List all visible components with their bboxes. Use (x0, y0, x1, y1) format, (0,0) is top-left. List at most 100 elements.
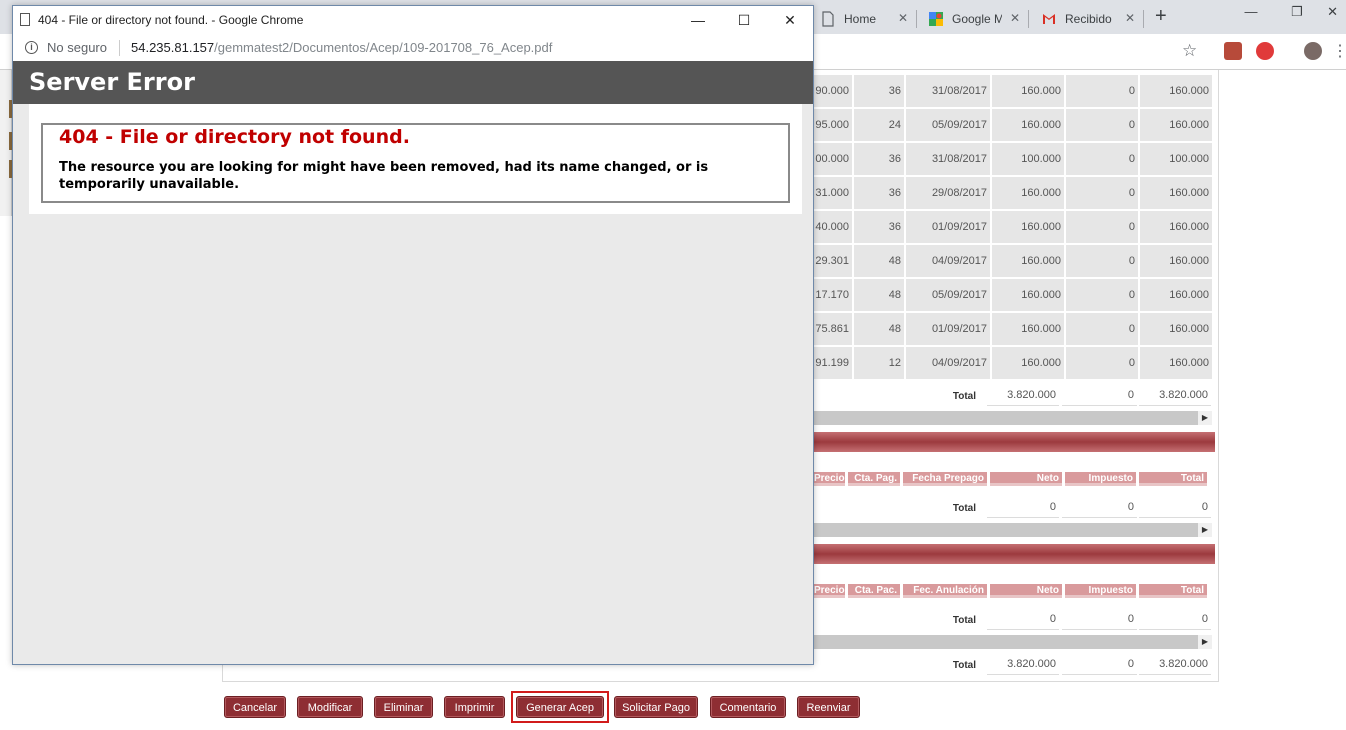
extension-icon[interactable] (1256, 42, 1274, 60)
table-cell: 0 (1066, 347, 1138, 379)
reenviar-button[interactable]: Reenviar (797, 696, 860, 718)
close-icon[interactable]: ✕ (1010, 11, 1020, 25)
url-text[interactable]: 54.235.81.157/gemmatest2/Documentos/Acep… (131, 34, 552, 62)
table-cell: 160.000 (992, 177, 1064, 209)
header-cell: Cta. Pag. (848, 472, 900, 486)
header-cell: Neto (990, 472, 1062, 486)
grand-total-row: Total 3.820.000 0 3.820.000 (814, 653, 1214, 679)
total-impuesto: 0 (1062, 496, 1137, 518)
table-cell: 0 (1066, 313, 1138, 345)
table-cell: 160.000 (992, 245, 1064, 277)
table-cell: 31/08/2017 (906, 143, 990, 175)
table-row: 91.199 12 04/09/2017 160.000 0 160.000 (814, 347, 1214, 379)
table-cell: 0 (1066, 177, 1138, 209)
total-impuesto: 0 (1062, 608, 1137, 630)
popup-address-bar[interactable]: i No seguro 54.235.81.157/gemmatest2/Doc… (13, 34, 813, 62)
table-row: 31.000 36 29/08/2017 160.000 0 160.000 (814, 177, 1214, 209)
acrobat-extension-icon[interactable] (1224, 42, 1242, 60)
tab-home[interactable]: Home ✕ (812, 4, 914, 34)
maximize-icon[interactable]: ☐ (721, 6, 767, 34)
table-cell: 160.000 (1140, 177, 1212, 209)
info-icon[interactable]: i (25, 41, 38, 54)
grand-total-total: 3.820.000 (1139, 653, 1211, 675)
total-total: 3.820.000 (1139, 384, 1211, 406)
table-cell: 0 (1066, 143, 1138, 175)
table-cell: 17.170 (814, 279, 852, 311)
popup-titlebar[interactable]: 404 - File or directory not found. - Goo… (13, 6, 813, 34)
banner-title: Server Error (29, 68, 195, 96)
header-cell: Precio (814, 584, 845, 598)
table-cell: 160.000 (992, 75, 1064, 107)
imprimir-button[interactable]: Imprimir (444, 696, 505, 718)
google-maps-icon (928, 11, 944, 27)
generar-acep-button[interactable]: Generar Acep (516, 696, 604, 718)
header-cell: Impuesto (1065, 584, 1136, 598)
table-cell: 160.000 (1140, 347, 1212, 379)
security-label[interactable]: No seguro (47, 34, 107, 62)
tab-gmail[interactable]: Recibido ✕ (1033, 4, 1141, 34)
tab-label: Home (844, 12, 877, 26)
profile-avatar[interactable] (1304, 42, 1322, 60)
table-cell: 01/09/2017 (906, 211, 990, 243)
section-header-band (814, 432, 1215, 452)
error-content: 404 - File or directory not found. The r… (29, 104, 802, 214)
section-header-band (814, 544, 1215, 564)
left-panel-stub (0, 70, 13, 216)
modificar-button[interactable]: Modificar (297, 696, 363, 718)
total-neto: 0 (987, 496, 1059, 518)
header-cell: Cta. Pac. (848, 584, 900, 598)
solicitar-pago-button[interactable]: Solicitar Pago (614, 696, 698, 718)
close-window-icon[interactable]: ✕ (1300, 4, 1346, 20)
grand-total-impuesto: 0 (1062, 653, 1137, 675)
table-cell: 0 (1066, 245, 1138, 277)
table-cell: 160.000 (992, 347, 1064, 379)
table-cell: 36 (854, 177, 904, 209)
action-bar: Cancelar Modificar Eliminar Imprimir Gen… (0, 696, 1346, 718)
url-path: /gemmatest2/Documentos/Acep/109-201708_7… (214, 40, 553, 55)
close-icon[interactable]: ✕ (767, 6, 813, 34)
table-cell: 29.301 (814, 245, 852, 277)
tab-separator (1028, 10, 1029, 28)
tab-separator (1143, 10, 1144, 28)
horizontal-scrollbar[interactable]: ▶ (814, 635, 1212, 649)
table-cell: 0 (1066, 211, 1138, 243)
table-cell: 90.000 (814, 75, 852, 107)
table-cell: 160.000 (1140, 109, 1212, 141)
error-box: 404 - File or directory not found. The r… (41, 123, 790, 203)
horizontal-scrollbar[interactable]: ▶ (814, 523, 1212, 537)
comentario-button[interactable]: Comentario (710, 696, 786, 718)
table-cell: 24 (854, 109, 904, 141)
url-separator (119, 40, 120, 56)
horizontal-scrollbar[interactable]: ▶ (814, 411, 1212, 425)
bookmark-star-icon[interactable]: ☆ (1182, 41, 1197, 61)
total-label: Total (952, 503, 976, 514)
table-cell: 48 (854, 245, 904, 277)
scroll-right-icon[interactable]: ▶ (1198, 523, 1212, 537)
header-cell: Fecha Prepago (903, 472, 987, 486)
cancelar-button[interactable]: Cancelar (224, 696, 286, 718)
kebab-menu-icon[interactable]: ⋮ (1332, 41, 1346, 61)
error-heading: 404 - File or directory not found. (59, 126, 410, 148)
close-icon[interactable]: ✕ (898, 11, 908, 25)
header-cell: Impuesto (1065, 472, 1136, 486)
table-row: 90.000 36 31/08/2017 160.000 0 160.000 (814, 75, 1214, 107)
tab-google-maps[interactable]: Google M ✕ (920, 4, 1026, 34)
table-cell: 160.000 (1140, 245, 1212, 277)
table-row: 95.000 24 05/09/2017 160.000 0 160.000 (814, 109, 1214, 141)
scroll-right-icon[interactable]: ▶ (1198, 411, 1212, 425)
minimize-icon[interactable]: — (1228, 4, 1274, 19)
error-message: The resource you are looking for might h… (59, 160, 709, 192)
total-total: 0 (1139, 496, 1211, 518)
table-cell: 12 (854, 347, 904, 379)
table-cell: 31.000 (814, 177, 852, 209)
close-icon[interactable]: ✕ (1125, 11, 1135, 25)
eliminar-button[interactable]: Eliminar (374, 696, 433, 718)
new-tab-button[interactable]: + (1155, 5, 1167, 28)
scroll-right-icon[interactable]: ▶ (1198, 635, 1212, 649)
table-cell: 29/08/2017 (906, 177, 990, 209)
minimize-icon[interactable]: — (675, 6, 721, 34)
header-cell: Total (1139, 584, 1207, 598)
prepago-header-row: Precio Cta. Pag. Fecha Prepago Neto Impu… (814, 472, 1214, 486)
table-cell: 91.199 (814, 347, 852, 379)
tab-label: Google M (952, 12, 1002, 26)
